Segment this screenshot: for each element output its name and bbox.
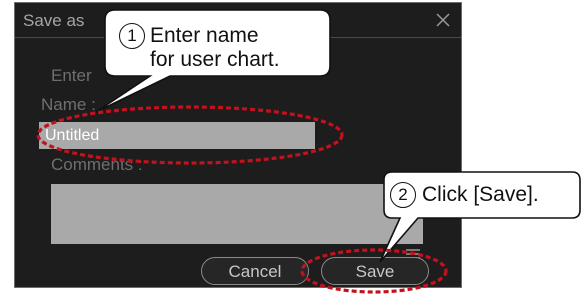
step-2-number: 2 [390, 182, 416, 208]
chart-name-input[interactable] [39, 122, 315, 149]
step-1-line-1: Enter name [150, 24, 259, 47]
enter-label: Enter [51, 66, 92, 85]
step-1-line-2: for user chart. [150, 48, 280, 71]
cancel-button[interactable]: Cancel [201, 257, 309, 285]
name-label: Name : [41, 95, 96, 114]
save-button[interactable]: Save [321, 257, 429, 285]
dialog-title: Save as [23, 11, 85, 30]
step-1-number: 1 [119, 23, 145, 49]
close-icon[interactable] [435, 12, 451, 28]
comments-label: Comments : [51, 155, 143, 174]
comments-textarea[interactable] [51, 184, 423, 244]
step-2-text: Click [Save]. [422, 183, 539, 206]
